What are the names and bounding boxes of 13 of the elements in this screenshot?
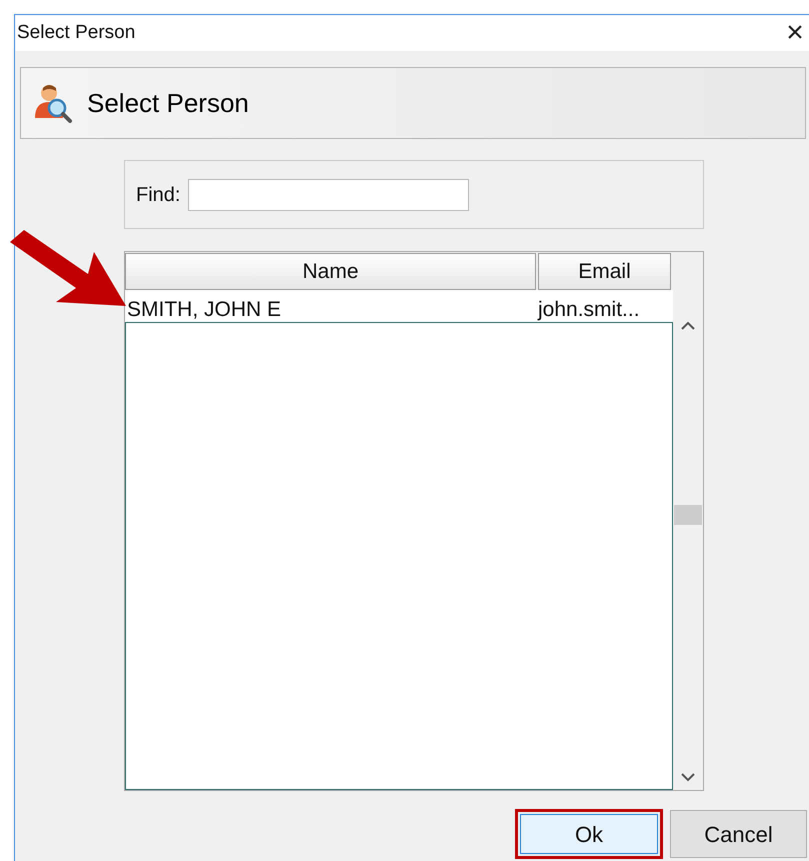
column-header[interactable]: Email (538, 253, 671, 290)
header-title: Select Person (87, 86, 249, 120)
person-search-icon (33, 82, 73, 124)
window-title: Select Person (17, 20, 136, 45)
cancel-button[interactable]: Cancel (670, 810, 807, 858)
scroll-thumb[interactable] (674, 505, 702, 525)
column-header[interactable]: Name (125, 253, 536, 290)
find-field[interactable] (188, 178, 470, 210)
scroll-down-icon[interactable] (681, 773, 696, 782)
ok-button[interactable]: Ok (515, 809, 663, 859)
table-cell-text: SMITH, JOHN E (126, 298, 282, 322)
find-label: Find: (136, 182, 180, 208)
table-cell: john.smit... (537, 298, 640, 322)
